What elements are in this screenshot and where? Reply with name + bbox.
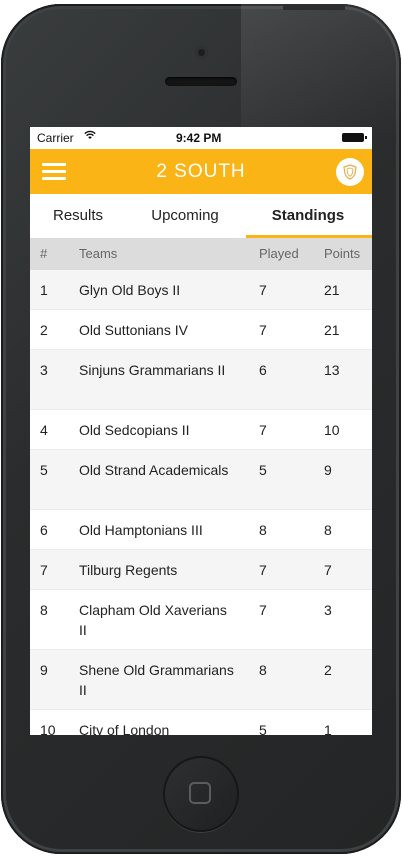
battery-icon — [342, 133, 367, 142]
column-header-points: Points — [324, 246, 361, 261]
points-cell: 1 — [324, 722, 332, 735]
column-header-rank: # — [40, 246, 48, 261]
table-row[interactable]: 3 Sinjuns Grammarians II 6 13 — [30, 350, 372, 410]
points-cell: 21 — [324, 322, 340, 338]
page-title: 2 SOUTH — [156, 161, 246, 182]
team-cell: Tilburg Regents — [79, 562, 178, 578]
app-screen: Carrier 9:42 PM 2 SOUTH Results Upcoming… — [30, 127, 372, 735]
clock: 9:42 PM — [176, 131, 222, 145]
played-cell: 8 — [259, 522, 267, 538]
team-cell: Glyn Old Boys II — [79, 282, 181, 298]
table-row[interactable]: 4 Old Sedcopians II 7 10 — [30, 410, 372, 450]
home-square-icon — [189, 782, 211, 804]
tab-results[interactable]: Results — [30, 194, 126, 238]
team-cell: City of London — [79, 722, 170, 735]
points-cell: 8 — [324, 522, 332, 538]
table-row[interactable]: 1 Glyn Old Boys II 7 21 — [30, 270, 372, 310]
rank-cell: 1 — [40, 282, 48, 298]
rank-cell: 6 — [40, 522, 48, 538]
table-row[interactable]: 10 City of London 5 1 — [30, 710, 372, 735]
played-cell: 7 — [259, 562, 267, 578]
team-cell: Old Hamptonians III — [79, 522, 203, 538]
power-button — [283, 4, 345, 10]
team-cell: Sinjuns Grammarians II — [79, 362, 226, 378]
points-cell: 2 — [324, 662, 332, 678]
played-cell: 7 — [259, 602, 267, 618]
club-shield-icon[interactable] — [336, 158, 364, 186]
points-cell: 3 — [324, 602, 332, 618]
rank-cell: 5 — [40, 462, 48, 478]
wifi-icon — [84, 129, 96, 143]
status-bar: Carrier 9:42 PM — [30, 127, 372, 149]
points-cell: 13 — [324, 362, 340, 378]
column-header-played: Played — [259, 246, 299, 261]
rank-cell: 8 — [40, 602, 48, 618]
rank-cell: 3 — [40, 362, 48, 378]
team-cell: Clapham Old Xaverians II — [79, 602, 227, 638]
tab-bar: Results Upcoming Standings — [30, 194, 372, 238]
table-row[interactable]: 9 Shene Old Grammarians II 8 2 — [30, 650, 372, 710]
rank-cell: 10 — [40, 722, 56, 735]
table-row[interactable]: 7 Tilburg Regents 7 7 — [30, 550, 372, 590]
table-row[interactable]: 2 Old Suttonians IV 7 21 — [30, 310, 372, 350]
team-cell: Old Suttonians IV — [79, 322, 188, 338]
front-camera — [195, 46, 208, 59]
earpiece-speaker — [165, 77, 237, 86]
points-cell: 7 — [324, 562, 332, 578]
tab-upcoming[interactable]: Upcoming — [126, 194, 244, 238]
carrier-label: Carrier — [37, 131, 74, 145]
rank-cell: 9 — [40, 662, 48, 678]
played-cell: 7 — [259, 322, 267, 338]
table-header: # Teams Played Points — [30, 238, 372, 270]
points-cell: 10 — [324, 422, 340, 438]
team-cell: Old Sedcopians II — [79, 422, 190, 438]
rank-cell: 2 — [40, 322, 48, 338]
played-cell: 6 — [259, 362, 267, 378]
table-row[interactable]: 5 Old Strand Academicals 5 9 — [30, 450, 372, 510]
home-button[interactable] — [163, 756, 239, 832]
played-cell: 7 — [259, 422, 267, 438]
played-cell: 5 — [259, 722, 267, 735]
column-header-team: Teams — [79, 246, 118, 261]
team-cell: Old Strand Academicals — [79, 462, 229, 478]
nav-bar: 2 SOUTH — [30, 149, 372, 194]
tab-standings[interactable]: Standings — [244, 194, 372, 238]
rank-cell: 7 — [40, 562, 48, 578]
played-cell: 7 — [259, 282, 267, 298]
rank-cell: 4 — [40, 422, 48, 438]
standings-table: 1 Glyn Old Boys II 7 21 2 Old Suttonians… — [30, 270, 372, 735]
table-row[interactable]: 8 Clapham Old Xaverians II 7 3 — [30, 590, 372, 650]
played-cell: 5 — [259, 462, 267, 478]
table-row[interactable]: 6 Old Hamptonians III 8 8 — [30, 510, 372, 550]
played-cell: 8 — [259, 662, 267, 678]
points-cell: 9 — [324, 462, 332, 478]
points-cell: 21 — [324, 282, 340, 298]
team-cell: Shene Old Grammarians II — [79, 662, 234, 698]
